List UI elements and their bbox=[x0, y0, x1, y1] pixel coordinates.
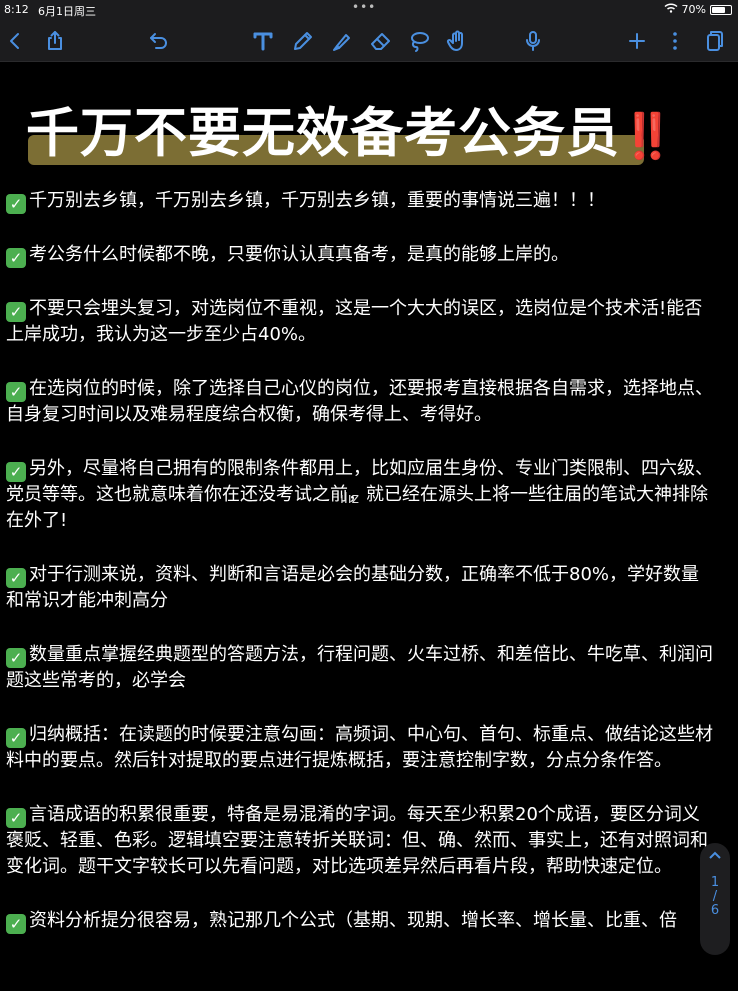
pen-icon[interactable] bbox=[288, 26, 318, 56]
tips-list: ✓ 千万别去乡镇，千万别去乡镇，千万别去乡镇，重要的事情说三遍！！！ ✓ 考公务什么时… bbox=[6, 188, 714, 962]
status-date: 6月1日周三 bbox=[38, 5, 96, 18]
status-time: 8:12 bbox=[4, 3, 29, 16]
battery-percent: 70% bbox=[681, 3, 706, 16]
list-item-text: 不要只会埋头复习，对选岗位不重视，这是一个大大的误区，选岗位是个技术活!能否上岸… bbox=[6, 298, 703, 345]
status-bar: 8:12 6月1日周三 ••• 70% bbox=[0, 0, 738, 20]
watermark-text: ılız bbox=[340, 491, 360, 507]
list-item: ✓ 千万别去乡镇，千万别去乡镇，千万别去乡镇，重要的事情说三遍！！！ bbox=[6, 188, 714, 214]
toolbar bbox=[0, 20, 738, 62]
check-mark-icon: ✓ bbox=[6, 302, 26, 322]
pages-icon[interactable] bbox=[698, 26, 728, 56]
check-mark-icon: ✓ bbox=[6, 808, 26, 828]
list-item-text: 资料分析提分很容易，熟记那几个公式（基期、现期、增长率、增长量、比重、倍 bbox=[29, 910, 677, 931]
lasso-icon[interactable] bbox=[404, 26, 434, 56]
page-indicator[interactable]: 1 / 6 bbox=[700, 843, 730, 955]
page-separator: / bbox=[712, 889, 718, 904]
eraser-icon[interactable] bbox=[366, 26, 396, 56]
check-mark-icon: ✓ bbox=[6, 648, 26, 668]
check-mark-icon: ✓ bbox=[6, 248, 26, 268]
check-mark-icon: ✓ bbox=[6, 728, 26, 748]
check-mark-icon: ✓ bbox=[6, 568, 26, 588]
list-item: ✓ 对于行测来说，资料、判断和言语是必会的基础分数，正确率不低于80%，学好数量和… bbox=[6, 562, 714, 614]
title-text: 千万不要无效备考公务员 bbox=[26, 103, 620, 164]
back-chevron-icon[interactable] bbox=[0, 26, 30, 56]
list-item: ✓ 不要只会埋头复习，对选岗位不重视，这是一个大大的误区，选岗位是个技术活!能否上… bbox=[6, 296, 714, 348]
page-title: 千万不要无效备考公务员‼️ bbox=[26, 91, 676, 167]
list-item: ✓ 另外，尽量将自己拥有的限制条件都用上，比如应届生身份、专业门类限制、四六级、党… bbox=[6, 456, 714, 534]
highlighter-icon[interactable] bbox=[326, 26, 356, 56]
list-item: ✓ 考公务什么时候都不晚，只要你认认真真备考，是真的能够上岸的。 bbox=[6, 242, 714, 268]
title-block: 千万不要无效备考公务员‼️ bbox=[26, 91, 716, 181]
status-right: 70% bbox=[664, 3, 732, 16]
undo-icon[interactable] bbox=[144, 26, 174, 56]
page-total: 6 bbox=[710, 903, 720, 918]
microphone-icon[interactable] bbox=[518, 26, 548, 56]
chevron-up-icon[interactable] bbox=[708, 849, 722, 863]
list-item: ✓ 在选岗位的时候，除了选择自己心仪的岗位，还要报考直接根据各自需求，选择地点、自… bbox=[6, 376, 714, 428]
battery-icon bbox=[710, 4, 732, 15]
check-mark-icon: ✓ bbox=[6, 462, 26, 482]
list-item-text: 考公务什么时候都不晚，只要你认认真真备考，是真的能够上岸的。 bbox=[29, 244, 569, 265]
list-item-text: 千万别去乡镇，千万别去乡镇，千万别去乡镇，重要的事情说三遍！！！ bbox=[29, 190, 605, 211]
list-item-text: 言语成语的积累很重要，特备是易混淆的字词。每天至少积累20个成语，要区分词义褒贬… bbox=[6, 804, 708, 877]
list-item-text: 数量重点掌握经典题型的答题方法，行程问题、火车过桥、和差倍比、牛吃草、利润问题这… bbox=[6, 644, 713, 691]
text-tool-icon[interactable] bbox=[248, 26, 278, 56]
add-icon[interactable] bbox=[622, 26, 652, 56]
hand-icon[interactable] bbox=[442, 26, 472, 56]
wifi-icon bbox=[664, 3, 678, 16]
more-icon[interactable] bbox=[660, 26, 690, 56]
multitasking-dots-icon[interactable]: ••• bbox=[352, 0, 376, 14]
double-exclamation-icon: ‼️ bbox=[620, 111, 676, 162]
list-item: ✓ 言语成语的积累很重要，特备是易混淆的字词。每天至少积累20个成语，要区分词义褒… bbox=[6, 802, 714, 880]
share-icon[interactable] bbox=[40, 26, 70, 56]
document-page[interactable]: 千万不要无效备考公务员‼️ ✓ 千万别去乡镇，千万别去乡镇，千万别去乡镇，重要的事… bbox=[0, 63, 738, 991]
list-item-text: 另外，尽量将自己拥有的限制条件都用上，比如应届生身份、专业门类限制、四六级、党员… bbox=[6, 458, 713, 531]
list-item-text: 归纳概括：在读题的时候要注意勾画：高频词、中心句、首句、标重点、做结论这些材料中… bbox=[6, 724, 713, 771]
list-item-text: 对于行测来说，资料、判断和言语是必会的基础分数，正确率不低于80%，学好数量和常… bbox=[6, 564, 700, 611]
check-mark-icon: ✓ bbox=[6, 382, 26, 402]
list-item-text: 在选岗位的时候，除了选择自己心仪的岗位，还要报考直接根据各自需求，选择地点、自身… bbox=[6, 378, 713, 425]
list-item: ✓ 归纳概括：在读题的时候要注意勾画：高频词、中心句、首句、标重点、做结论这些材料… bbox=[6, 722, 714, 774]
check-mark-icon: ✓ bbox=[6, 194, 26, 214]
list-item: ✓ 资料分析提分很容易，熟记那几个公式（基期、现期、增长率、增长量、比重、倍 bbox=[6, 908, 714, 934]
check-mark-icon: ✓ bbox=[6, 914, 26, 934]
battery-fill bbox=[712, 6, 725, 13]
list-item: ✓ 数量重点掌握经典题型的答题方法，行程问题、火车过桥、和差倍比、牛吃草、利润问题… bbox=[6, 642, 714, 694]
